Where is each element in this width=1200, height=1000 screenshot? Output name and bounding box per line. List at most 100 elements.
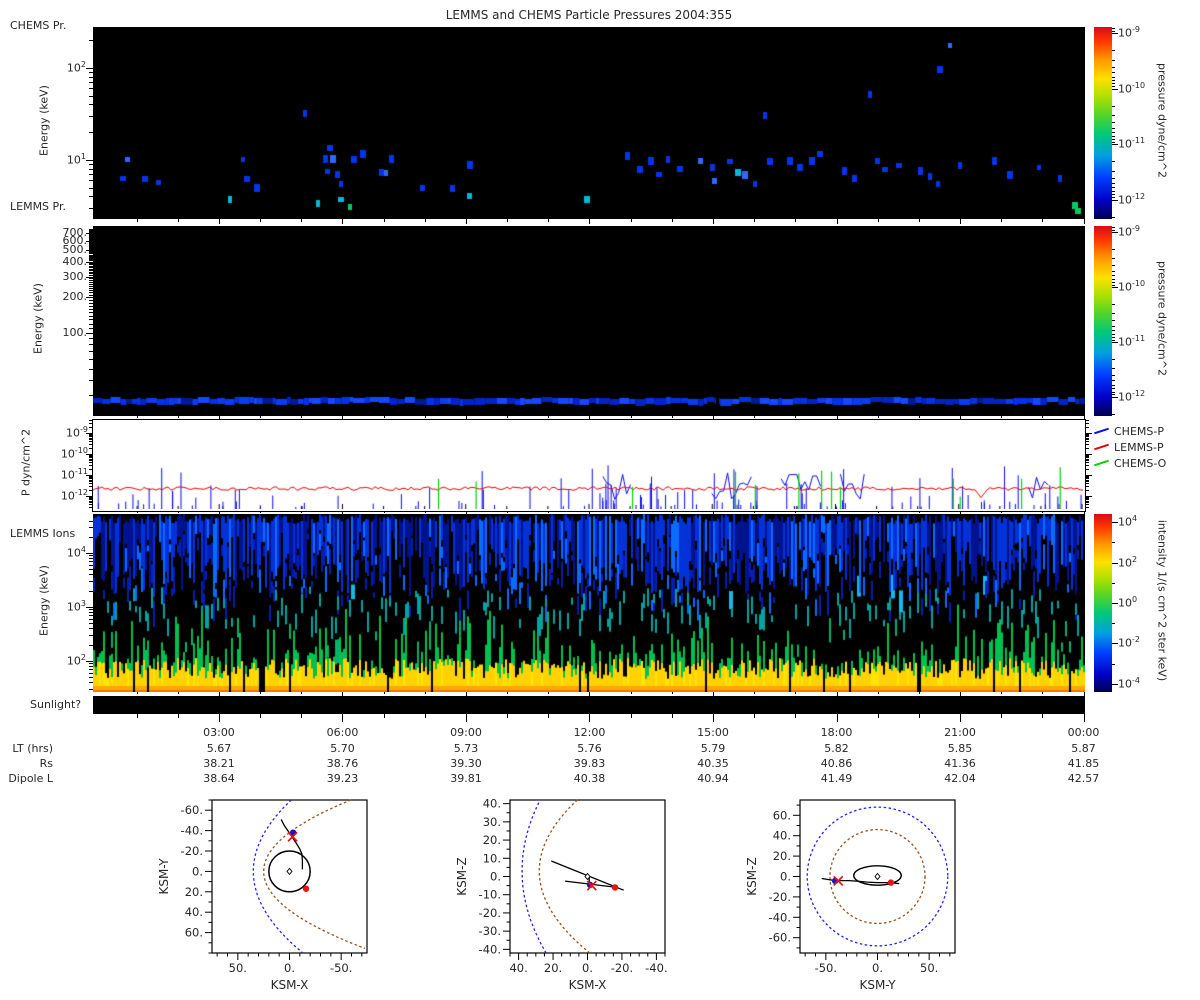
x-axis-tick (466, 714, 467, 722)
x-axis-tick (837, 219, 838, 224)
tick-mark (1112, 77, 1115, 78)
time-tick-label: 18:00 (820, 726, 853, 739)
tick-mark (1086, 504, 1089, 505)
x-axis-tick (260, 511, 261, 513)
x-axis-tick (548, 692, 549, 694)
tick-mark (89, 282, 93, 283)
x-axis-tick (1042, 416, 1043, 418)
orbit-plot-frame (211, 799, 368, 954)
x-axis-tick (713, 714, 714, 722)
y-tick-label: 101 (66, 151, 86, 167)
tick-mark (89, 591, 93, 592)
x-axis-tick (301, 714, 302, 718)
tick-mark (89, 476, 93, 477)
x-axis-tick (754, 219, 755, 222)
x-axis-tick (713, 511, 714, 514)
x-axis-tick (960, 219, 961, 224)
tick-mark (89, 246, 93, 247)
tick-mark (1112, 28, 1115, 29)
colorbar-tick-label: 104 (1118, 514, 1138, 529)
x-axis-tick (219, 511, 220, 514)
x-axis-tick (507, 219, 508, 222)
legend-label-chems-o: CHEMS-O (1114, 456, 1167, 470)
tick-mark (89, 663, 93, 664)
x-axis-tick (1001, 692, 1002, 694)
tick-mark (1112, 414, 1115, 415)
y-tick-label: 30. (483, 815, 501, 829)
x-axis-tick (919, 416, 920, 418)
colorbar-pressure-top (1094, 27, 1112, 219)
colorbar-tick-label: 10-11 (1118, 334, 1146, 349)
tick-mark (1112, 106, 1115, 107)
tick-mark (86, 607, 93, 608)
tick-mark (89, 486, 93, 487)
tick-mark (89, 481, 93, 482)
x-tick-label: 0. (582, 961, 593, 975)
tick-mark (89, 242, 93, 243)
x-axis-tick (837, 692, 838, 696)
ephemeris-value: 38.21 (203, 757, 235, 770)
x-axis-tick (384, 692, 385, 694)
tick-mark (1112, 122, 1115, 123)
tick-mark (89, 469, 93, 470)
tick-mark (89, 188, 93, 189)
tick-mark (89, 243, 93, 244)
tick-mark (1086, 423, 1089, 424)
tick-mark (89, 682, 93, 683)
tick-mark (89, 459, 93, 460)
tick-mark (1086, 480, 1089, 481)
x-axis-tick (548, 219, 549, 222)
time-tick-label: 06:00 (326, 726, 359, 739)
tick-mark (1112, 359, 1115, 360)
x-axis-tick (178, 416, 179, 418)
tick-mark (89, 499, 93, 500)
y-tick-label: 102 (66, 59, 86, 75)
x-axis-tick (301, 511, 302, 513)
x-axis-tick (178, 692, 179, 694)
tick-mark (1086, 457, 1089, 458)
x-axis-tick (1001, 416, 1002, 418)
time-tick-label: 03:00 (203, 726, 235, 739)
tick-mark (89, 316, 93, 317)
tick-mark (89, 208, 93, 209)
x-axis-tick (301, 692, 302, 694)
magnetopause-curve (263, 799, 366, 950)
x-tick-label: 50. (229, 961, 247, 975)
tick-mark (89, 96, 93, 97)
y-tick-label: 103 (66, 598, 86, 614)
y-tick-label: 104 (66, 544, 86, 560)
ephemeris-value: 5.76 (577, 742, 602, 755)
ephemeris-value: 41.85 (1067, 757, 1100, 770)
colorbar-pressure-mid-unit-label: pressure dyne/cm^2 (1155, 261, 1169, 376)
tick-mark (89, 423, 93, 424)
tick-mark (89, 72, 93, 73)
tick-mark (89, 420, 93, 421)
x-axis-tick (425, 714, 426, 718)
tick-mark (1086, 456, 1089, 457)
tick-mark (89, 497, 93, 498)
x-axis-tick (137, 511, 138, 513)
tick-mark (89, 498, 93, 499)
ephemeris-value: 38.76 (326, 757, 359, 770)
tick-label: 300. (62, 269, 88, 283)
y-tick-label: 40. (483, 797, 501, 811)
lemms-ions-spectrogram (93, 514, 1085, 692)
tick-mark (89, 677, 93, 678)
tick-mark (1112, 197, 1115, 198)
tick-mark (1086, 462, 1089, 463)
x-axis-tick (631, 692, 632, 694)
x-axis-tick (631, 511, 632, 513)
colorbar-tick-label: 10-10 (1118, 80, 1146, 96)
ephemeris-value: 42.04 (944, 772, 976, 785)
x-axis-tick (878, 416, 879, 418)
x-axis-tick (631, 416, 632, 418)
x-axis-tick (260, 714, 261, 718)
colorbar-tick-label: 10-9 (1118, 224, 1140, 239)
x-axis-tick (425, 219, 426, 222)
y-tick-label: -40. (769, 910, 791, 924)
ephemeris-value: 39.81 (450, 772, 482, 785)
tick-mark (89, 269, 93, 270)
tick-mark (89, 666, 93, 667)
x-axis-tick (178, 714, 179, 718)
tick-mark (1112, 282, 1115, 283)
